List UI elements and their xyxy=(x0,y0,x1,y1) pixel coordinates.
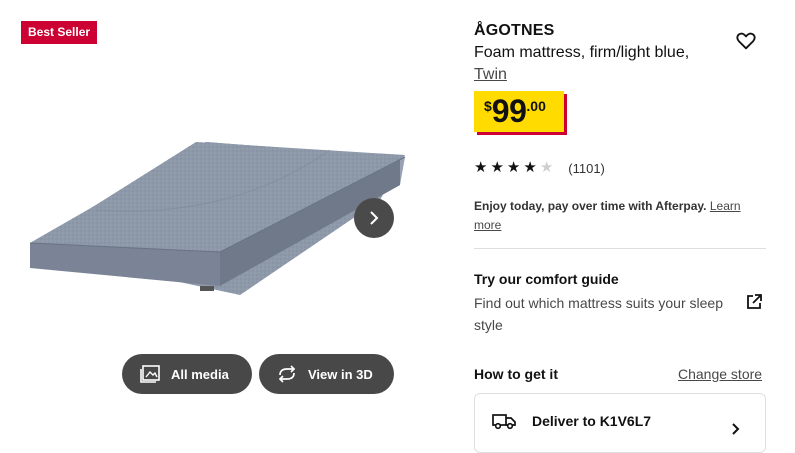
chevron-right-icon xyxy=(370,211,379,225)
rating[interactable]: ★ ★ ★ ★ ★ (1101) xyxy=(474,160,605,176)
comfort-guide-title[interactable]: Try our comfort guide xyxy=(474,271,619,287)
delivery-option-card[interactable]: Deliver to K1V6L7 xyxy=(474,393,766,453)
afterpay-text: Enjoy today, pay over time with Afterpay… xyxy=(474,199,707,213)
external-link-icon[interactable] xyxy=(745,293,763,311)
rotate-3d-icon xyxy=(278,365,296,383)
heart-icon[interactable] xyxy=(735,30,757,52)
product-size-link[interactable]: Twin xyxy=(474,66,507,83)
star-filled-icon: ★ xyxy=(506,159,521,176)
gallery-icon xyxy=(140,365,160,383)
price-tag: $ 99 .00 xyxy=(474,91,564,132)
how-to-get-it-title: How to get it xyxy=(474,366,558,382)
view-in-3d-label: View in 3D xyxy=(308,366,373,382)
truck-icon xyxy=(492,414,516,430)
comfort-guide-text: Find out which mattress suits your sleep… xyxy=(474,295,723,333)
best-seller-badge: Best Seller xyxy=(21,21,98,44)
star-filled-icon: ★ xyxy=(474,159,488,176)
star-filled-icon: ★ xyxy=(490,159,504,176)
product-name: ÅGOTNES xyxy=(474,22,555,39)
price-currency: $ xyxy=(484,98,492,114)
chevron-right-icon xyxy=(732,423,740,435)
divider xyxy=(474,248,766,249)
change-store-link[interactable]: Change store xyxy=(678,366,762,382)
next-image-button[interactable] xyxy=(354,198,394,238)
all-media-label: All media xyxy=(171,366,229,382)
view-in-3d-button[interactable]: View in 3D xyxy=(259,354,394,394)
deliver-to-label: Deliver to K1V6L7 xyxy=(532,413,652,429)
product-description-text: Foam mattress, firm/light blue, xyxy=(474,44,690,61)
star-filled-icon: ★ xyxy=(523,159,537,176)
price-integer: 99 xyxy=(491,93,527,129)
star-empty-icon: ★ xyxy=(539,159,554,176)
product-description: Foam mattress, firm/light blue, Twin xyxy=(474,42,724,86)
price-decimal: .00 xyxy=(526,98,546,114)
afterpay-message: Enjoy today, pay over time with Afterpay… xyxy=(474,197,764,235)
review-count[interactable]: (1101) xyxy=(568,161,605,176)
all-media-button[interactable]: All media xyxy=(122,354,252,394)
